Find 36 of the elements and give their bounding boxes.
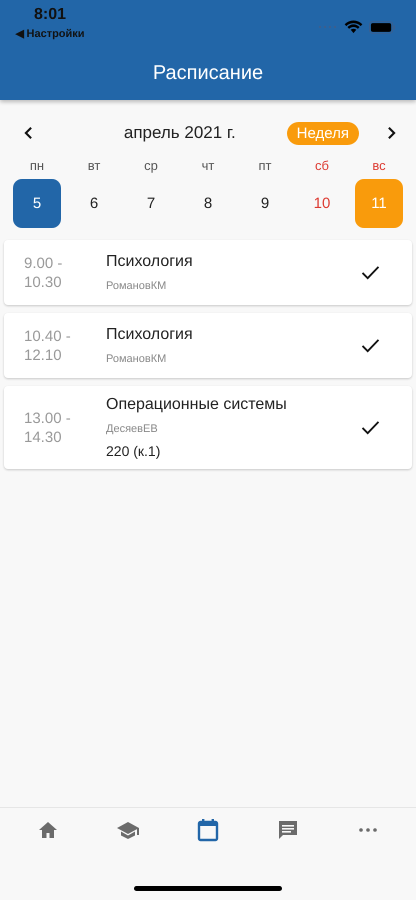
weekday-label: ср	[143, 158, 159, 173]
chevron-right-icon	[387, 126, 396, 140]
weekday-label: сб	[314, 158, 330, 173]
teacher-name: ДесяевЕВ	[106, 423, 159, 435]
lesson-time: 9.00 - 10.30	[24, 254, 64, 292]
lesson-time: 13.00 - 14.30	[24, 408, 72, 446]
battery-icon	[369, 20, 396, 34]
month-label: апрель 2021 г.	[122, 123, 237, 143]
home-icon[interactable]	[38, 821, 58, 839]
more-icon[interactable]	[359, 828, 377, 832]
calendar-icon[interactable]	[197, 818, 219, 842]
weekday-label: пт	[258, 158, 272, 173]
message-icon[interactable]	[277, 819, 299, 841]
day-button[interactable]: 6	[70, 179, 118, 228]
weekday-label: пн	[28, 158, 46, 173]
teacher-name: РомановКМ	[106, 353, 168, 365]
lesson-time: 10.40 - 12.10	[24, 326, 72, 364]
weekday-label: вс	[371, 158, 387, 173]
screen-title: Расписание	[152, 62, 264, 85]
chevron-left-icon	[24, 126, 33, 140]
weekday-label: вт	[86, 158, 102, 173]
subject-name: Психология	[106, 326, 194, 344]
teacher-name: РомановКМ	[106, 280, 168, 292]
back-link[interactable]: ◀ Настройки	[15, 27, 85, 40]
day-button[interactable]: 10	[298, 179, 346, 228]
day-button[interactable]: 8	[184, 179, 232, 228]
subject-name: Психология	[106, 253, 194, 271]
weekday-label: чт	[200, 158, 216, 173]
subject-name: Операционные системы	[106, 396, 288, 414]
day-button[interactable]: 9	[241, 179, 289, 228]
wifi-icon	[344, 20, 363, 34]
graduation-cap-icon[interactable]	[116, 821, 140, 839]
room-label: 220 (к.1)	[106, 443, 162, 459]
status-time: 8:01	[34, 6, 66, 24]
day-button[interactable]: 7	[127, 179, 175, 228]
day-button[interactable]: 5	[13, 179, 61, 228]
